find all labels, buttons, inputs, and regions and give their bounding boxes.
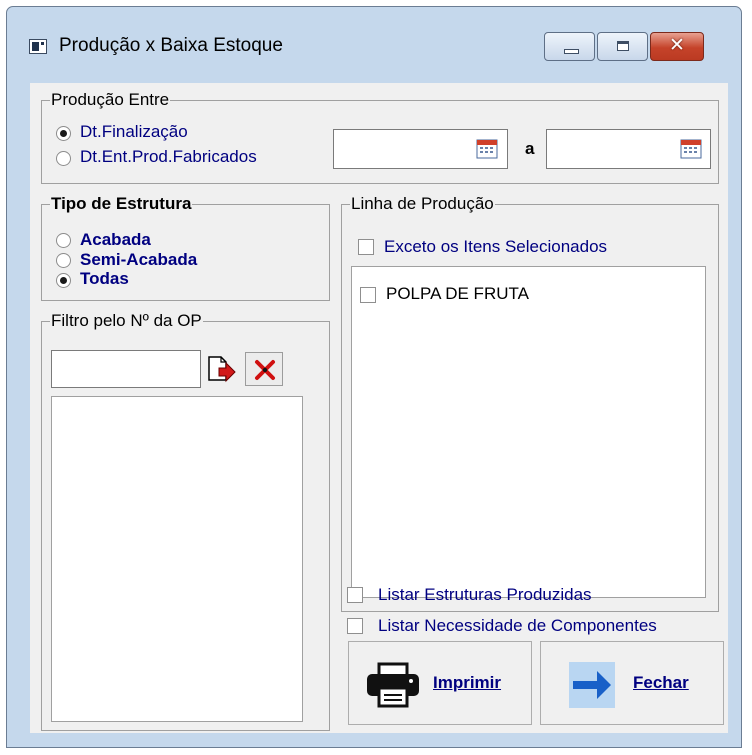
maximize-icon — [617, 41, 629, 51]
radio-dt-ent-prod-fabricados[interactable] — [56, 151, 71, 166]
imprimir-label: Imprimir — [433, 673, 502, 692]
listar-estruturas-label[interactable]: Listar Estruturas Produzidas — [378, 585, 592, 605]
app-window: Produção x Baixa Estoque ✕ Produção Entr… — [6, 6, 742, 748]
linha-item-label[interactable]: POLPA DE FRUTA — [386, 284, 529, 304]
add-op-icon[interactable] — [205, 354, 237, 384]
filtro-op-group: Filtro pelo Nº da OP — [41, 311, 330, 731]
linha-producao-list[interactable]: POLPA DE FRUTA — [351, 266, 706, 598]
date-to-field[interactable] — [546, 129, 711, 169]
remove-op-icon — [255, 360, 275, 380]
minimize-icon — [564, 49, 579, 54]
radio-semi-acabada-label[interactable]: Semi-Acabada — [80, 250, 197, 270]
linha-producao-label: Linha de Produção — [350, 194, 495, 214]
radio-todas-label[interactable]: Todas — [80, 269, 129, 289]
client-area: Produção Entre Dt.Finalização Dt.Ent.Pro… — [30, 83, 728, 733]
title-bar[interactable]: Produção x Baixa Estoque ✕ — [7, 7, 741, 83]
filtro-op-label: Filtro pelo Nº da OP — [50, 311, 203, 331]
date-separator: a — [525, 139, 535, 158]
listar-necessidade-checkbox[interactable] — [347, 618, 363, 634]
producao-entre-label: Produção Entre — [50, 90, 171, 110]
exceto-itens-label[interactable]: Exceto os Itens Selecionados — [384, 237, 607, 257]
app-icon[interactable] — [29, 39, 47, 54]
calendar-icon[interactable] — [680, 138, 702, 160]
radio-todas[interactable] — [56, 273, 71, 288]
arrow-right-icon — [573, 671, 611, 699]
tipo-estrutura-label: Tipo de Estrutura — [50, 194, 193, 214]
radio-dt-finalizacao[interactable] — [56, 126, 71, 141]
radio-dt-ent-prod-fabricados-label[interactable]: Dt.Ent.Prod.Fabricados — [80, 147, 257, 167]
date-from-field[interactable] — [333, 129, 508, 169]
minimize-button[interactable] — [544, 32, 595, 61]
radio-semi-acabada[interactable] — [56, 253, 71, 268]
linha-item-checkbox[interactable] — [360, 287, 376, 303]
radio-dt-finalizacao-label[interactable]: Dt.Finalização — [80, 122, 188, 142]
calendar-icon[interactable] — [476, 138, 498, 160]
printer-icon — [367, 662, 419, 708]
close-button[interactable]: ✕ — [650, 32, 704, 61]
maximize-button[interactable] — [597, 32, 648, 61]
radio-acabada-label[interactable]: Acabada — [80, 230, 151, 250]
tipo-estrutura-group: Tipo de Estrutura Acabada Semi-Acabada T… — [41, 194, 330, 301]
op-list[interactable] — [51, 396, 303, 722]
remove-op-button[interactable] — [245, 352, 283, 386]
window-title: Produção x Baixa Estoque — [59, 35, 283, 56]
radio-acabada[interactable] — [56, 233, 71, 248]
imprimir-button[interactable]: Imprimir — [348, 641, 532, 725]
fechar-button[interactable]: Fechar — [540, 641, 724, 725]
producao-entre-group: Produção Entre Dt.Finalização Dt.Ent.Pro… — [41, 90, 719, 184]
listar-estruturas-checkbox[interactable] — [347, 587, 363, 603]
exceto-itens-checkbox[interactable] — [358, 239, 374, 255]
close-icon: ✕ — [669, 34, 685, 56]
op-number-input[interactable] — [51, 350, 201, 388]
listar-necessidade-label[interactable]: Listar Necessidade de Componentes — [378, 616, 657, 636]
linha-producao-group: Linha de Produção Exceto os Itens Seleci… — [341, 194, 719, 612]
fechar-label: Fechar — [633, 673, 689, 692]
